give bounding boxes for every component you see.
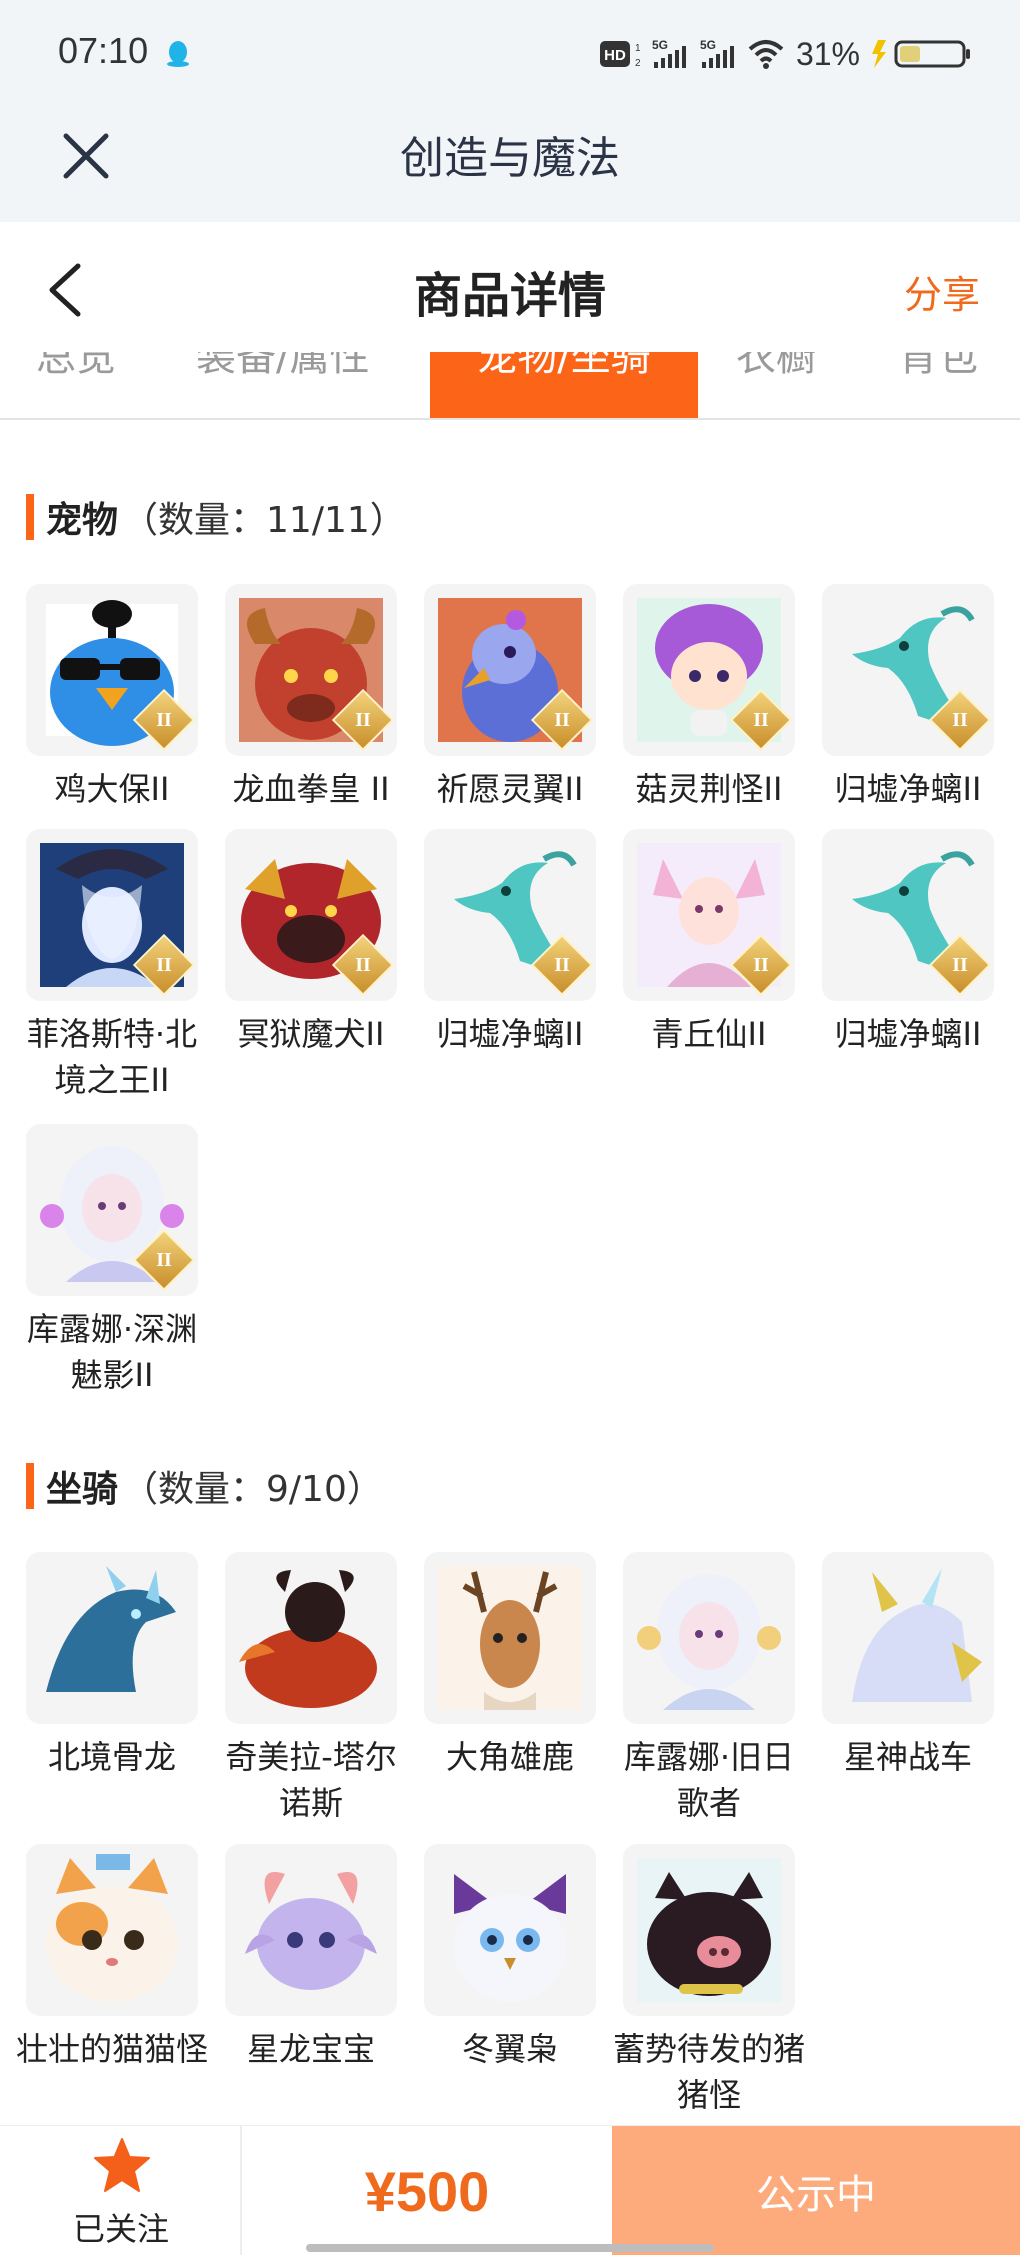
mount-name: 星龙宝宝 (246, 2030, 375, 2068)
app-title: 创造与魔法 (400, 133, 620, 184)
page-title: 商品详情 (413, 268, 606, 324)
follow-label: 已关注 (72, 2210, 169, 2248)
price-value: ¥500 (364, 2159, 490, 2223)
pets-grid: II 鸡大保II II 龙血拳皇 II II 祈愿灵翼II II 菇灵荆怪II … (26, 584, 996, 1404)
status-bar: 07:10 HD 1 2 5G 5G 31% (0, 0, 1020, 110)
svg-text:1: 1 (635, 43, 640, 54)
tab-pets-mounts[interactable]: 宠物/坐骑 (430, 352, 698, 418)
svg-text:5G: 5G (652, 38, 668, 52)
section-accent-bar (26, 1463, 34, 1509)
pet-name: 归墟净螭II (834, 770, 982, 808)
mount-name: 奇美拉-塔尔诺斯 (225, 1738, 397, 1822)
battery-percent: 31% (795, 35, 860, 72)
white-hair-girl-icon: II (26, 1124, 198, 1296)
pet-name: 龙血拳皇 II (232, 770, 390, 808)
pet-name: 归墟净螭II (834, 1015, 982, 1053)
cyan-dragon-icon: II (424, 829, 596, 1001)
tab-equipment[interactable]: 装备/属性 (196, 352, 369, 382)
crystal-horse-icon (822, 1552, 994, 1724)
chimera-icon (225, 1552, 397, 1724)
publicity-status-button[interactable]: 公示中 (612, 2126, 1020, 2255)
frost-king-icon: II (26, 829, 198, 1001)
mounts-grid: 北境骨龙 奇美拉-塔尔诺斯 大角雄鹿 库露娜·旧日歌者 星神战车 壮壮的猫猫怪 (16, 1552, 996, 2114)
white-hair-singer-icon (623, 1552, 795, 1724)
fox-fairy-icon: II (623, 829, 795, 1001)
purple-hair-sprite-icon: II (623, 584, 795, 756)
blue-bird-sunglasses-icon: II (26, 584, 198, 756)
cyan-dragon-icon: II (822, 584, 994, 756)
pet-name: 青丘仙II (651, 1015, 767, 1053)
mount-name: 壮壮的猫猫怪 (16, 2030, 209, 2068)
status-time: 07:10 (58, 30, 149, 71)
mount-name: 星神战车 (843, 1738, 972, 1776)
svg-text:5G: 5G (700, 38, 716, 52)
qq-icon (167, 41, 189, 67)
price-display: ¥500 (242, 2126, 612, 2255)
svg-text:HD: HD (604, 47, 626, 64)
share-button[interactable]: 分享 (904, 264, 980, 319)
mount-name: 北境骨龙 (47, 1738, 176, 1776)
signal-5g-icon-2: 5G (700, 37, 736, 71)
hell-hound-icon: II (225, 829, 397, 1001)
tab-backpack[interactable]: 背包 (898, 352, 978, 382)
purple-griffin-icon: II (424, 584, 596, 756)
calico-cat-icon (26, 1844, 198, 2016)
hd-icon: HD 1 2 (599, 37, 640, 71)
pets-title: 宠物 (46, 500, 119, 541)
mounts-section-header: 坐骑 （数量：9/10） (26, 1462, 383, 1510)
pet-name: 鸡大保II (54, 770, 170, 808)
ice-bone-dragon-icon (26, 1552, 198, 1724)
battery-charging-icon (872, 37, 972, 71)
wifi-icon (748, 37, 784, 71)
signal-5g-icon: 5G (652, 37, 688, 71)
page-nav: 商品详情 分享 (0, 222, 1020, 352)
pet-name: 菲洛斯特·北境之王II (26, 1015, 198, 1099)
star-icon (94, 2138, 150, 2192)
follow-button[interactable]: 已关注 (0, 2126, 242, 2255)
pet-name: 库露娜·深渊魅影II (26, 1310, 198, 1394)
pet-name: 归墟净螭II (436, 1015, 584, 1053)
mount-name: 库露娜·旧日歌者 (623, 1738, 795, 1822)
tab-overview[interactable]: 总览 (36, 352, 116, 382)
detail-tabs: 总览 装备/属性 宠物/坐骑 衣橱 背包 (0, 352, 1020, 420)
cyan-dragon-icon: II (822, 829, 994, 1001)
red-horned-beast-icon: II (225, 584, 397, 756)
top-area: 07:10 HD 1 2 5G 5G 31% 创造与魔法 (0, 0, 1020, 222)
home-indicator[interactable] (306, 2244, 714, 2252)
mount-name: 冬翼枭 (461, 2030, 558, 2068)
baby-star-dragon-icon (225, 1844, 397, 2016)
tab-wardrobe[interactable]: 衣橱 (736, 352, 816, 382)
app-header: 创造与魔法 (0, 110, 1020, 222)
mount-name: 大角雄鹿 (445, 1738, 574, 1776)
pet-name: 冥狱魔犬II (237, 1015, 385, 1053)
pets-section-header: 宠物 （数量：11/11） (26, 493, 406, 541)
mounts-count: （数量：9/10） (122, 1469, 383, 1510)
svg-text:2: 2 (635, 58, 640, 69)
status-icons: HD 1 2 5G 5G 31% (599, 34, 972, 74)
pets-count: （数量：11/11） (122, 500, 406, 541)
mounts-title: 坐骑 (46, 1469, 119, 1510)
mount-name: 蓄势待发的猪猪怪 (613, 2030, 806, 2114)
black-pig-icon (623, 1844, 795, 2016)
stag-icon (424, 1552, 596, 1724)
winter-owl-icon (424, 1844, 596, 2016)
pet-name: 菇灵荆怪II (635, 770, 783, 808)
bottom-action-bar: 已关注 ¥500 公示中 (0, 2125, 1020, 2255)
pet-name: 祈愿灵翼II (436, 770, 584, 808)
section-accent-bar (26, 494, 34, 540)
